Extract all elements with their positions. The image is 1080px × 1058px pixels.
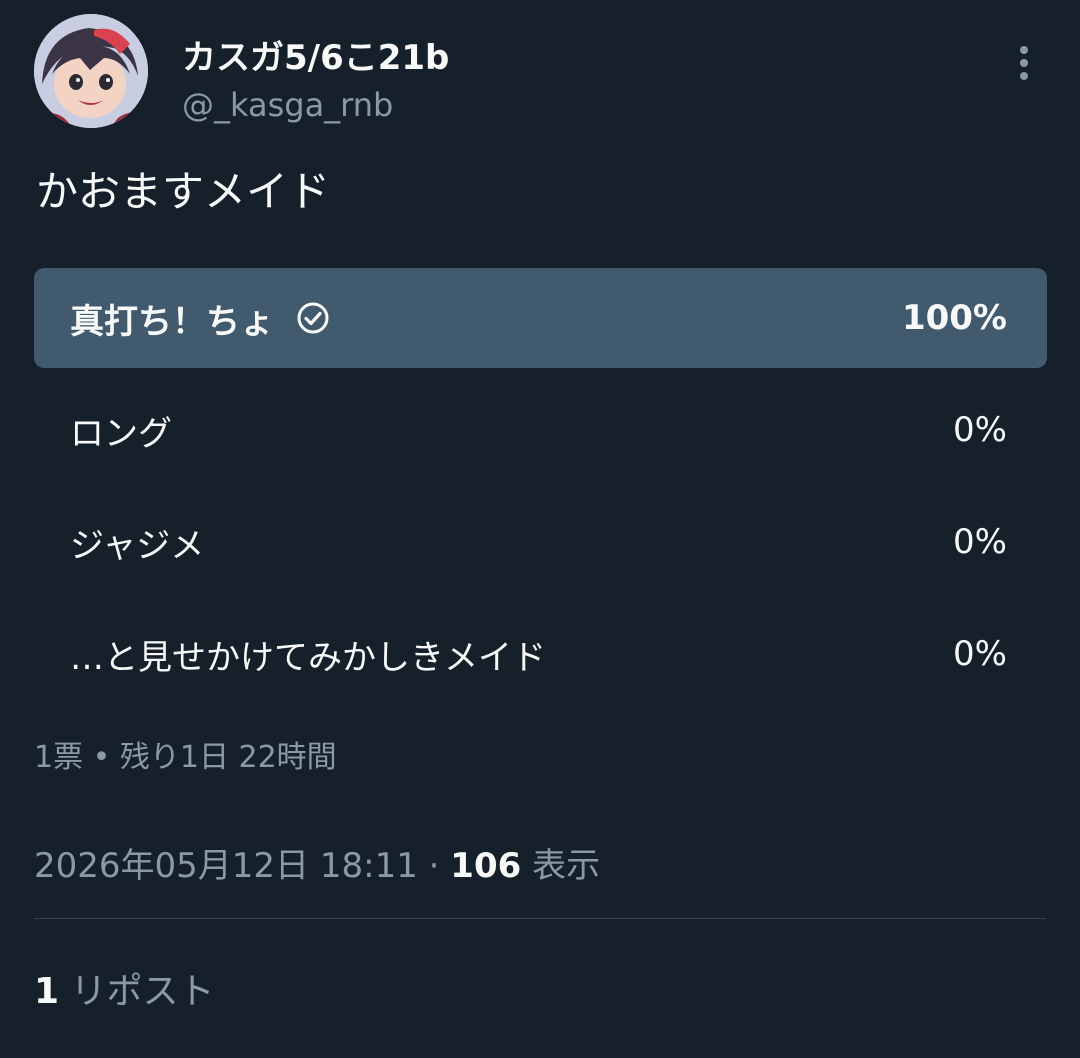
poll-option: ジャジメ 0% (34, 492, 1047, 592)
poll-option-percent: 0% (953, 410, 1007, 450)
repost-label: リポスト (59, 971, 215, 1012)
avatar[interactable] (34, 14, 148, 128)
display-name[interactable]: カスガ5/6こ21b (182, 30, 449, 79)
poll-option-label: ジャジメ (70, 492, 204, 592)
tweet-text: かおますメイド (36, 167, 331, 216)
poll-option-label: 真打ち！ちょ (70, 268, 330, 368)
divider (34, 918, 1046, 919)
repost-count: 1 (34, 971, 60, 1012)
poll-option-label: …と見せかけてみかしきメイド (70, 604, 546, 704)
user-handle[interactable]: @_kasga_rnb (182, 86, 393, 124)
avatar-icon (34, 14, 148, 128)
check-circle-icon (296, 301, 330, 335)
poll-option: 真打ち！ちょ 100% (34, 268, 1047, 368)
tweet-timestamp[interactable]: 2026年05月12日 18:11 (34, 846, 418, 886)
poll: 真打ち！ちょ 100% ロング 0% ジャジメ 0% …と見せかけてみかしきメイ… (34, 268, 1047, 716)
poll-option-percent: 0% (953, 522, 1007, 562)
more-button[interactable] (1002, 38, 1046, 88)
views-label: 表示 (521, 846, 601, 886)
poll-option-percent: 100% (901, 298, 1007, 338)
tweet-header: カスガ5/6こ21b @_kasga_rnb (34, 14, 1046, 130)
poll-option-label: ロング (70, 380, 172, 480)
poll-option: ロング 0% (34, 380, 1047, 480)
poll-meta: 1票 • 残り1日 22時間 (34, 740, 337, 775)
views-count[interactable]: 106 (450, 846, 521, 886)
poll-option-text: ロング (70, 413, 172, 454)
poll-option-text: 真打ち！ちょ (70, 301, 274, 342)
poll-option-text: ジャジメ (70, 525, 205, 566)
more-vertical-icon (1020, 46, 1028, 80)
poll-option-text: …と見せかけてみかしきメイド (70, 637, 546, 678)
poll-option: …と見せかけてみかしきメイド 0% (34, 604, 1047, 704)
timestamp-row: 2026年05月12日 18:11 · 106 表示 (34, 838, 600, 887)
poll-option-percent: 0% (953, 634, 1007, 674)
repost-stats[interactable]: 1 リポスト (34, 962, 215, 1014)
separator-dot: · (417, 846, 451, 886)
